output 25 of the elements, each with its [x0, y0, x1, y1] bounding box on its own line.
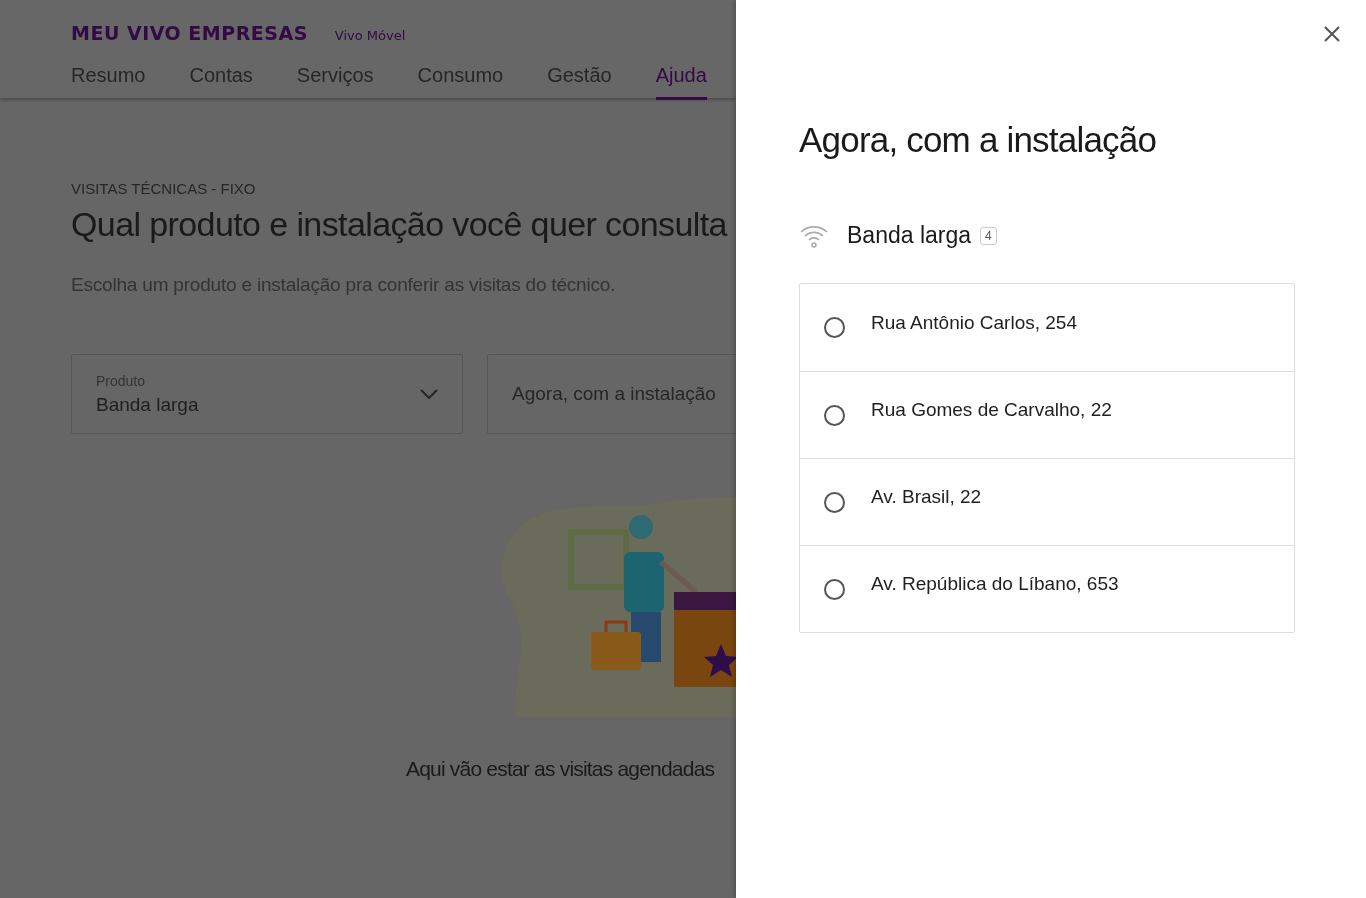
- section-label: VISITAS TÉCNICAS - FIXO: [71, 180, 257, 197]
- page-title: Qual produto e instalação você quer consulta: [71, 205, 729, 244]
- nav-tab[interactable]: Resumo: [71, 64, 146, 100]
- address-option[interactable]: Av. Brasil, 22: [800, 458, 1294, 545]
- drawer-title: Agora, com a instalação: [799, 120, 1158, 160]
- chevron-down-icon: [420, 389, 438, 399]
- wifi-icon: [799, 223, 829, 248]
- nav-tab[interactable]: Serviços: [296, 64, 374, 100]
- brand-logo: MEU VIVO EMPRESAS: [71, 22, 308, 44]
- nav-tab[interactable]: Consumo: [417, 64, 504, 100]
- close-button[interactable]: [1322, 24, 1342, 44]
- account-name: Vivo Móvel: [334, 28, 406, 43]
- radio-button[interactable]: [824, 317, 845, 338]
- nav-tab[interactable]: Ajuda: [655, 64, 707, 100]
- nav-tab[interactable]: Gestão: [547, 64, 612, 100]
- radio-button[interactable]: [824, 404, 845, 426]
- address-option[interactable]: Av. República do Líbano, 653: [800, 545, 1294, 632]
- nav-tab[interactable]: Contas: [189, 64, 253, 100]
- radio-button[interactable]: [824, 491, 845, 513]
- product-name: Banda larga: [847, 222, 972, 249]
- count-badge: 4: [980, 226, 997, 245]
- empty-state-message: Aqui vão estar as visitas agendadas: [406, 757, 716, 781]
- radio-button[interactable]: [824, 578, 845, 600]
- address-option[interactable]: Rua Antônio Carlos, 254: [800, 284, 1294, 371]
- address-option[interactable]: Rua Gomes de Carvalho, 22: [800, 371, 1294, 458]
